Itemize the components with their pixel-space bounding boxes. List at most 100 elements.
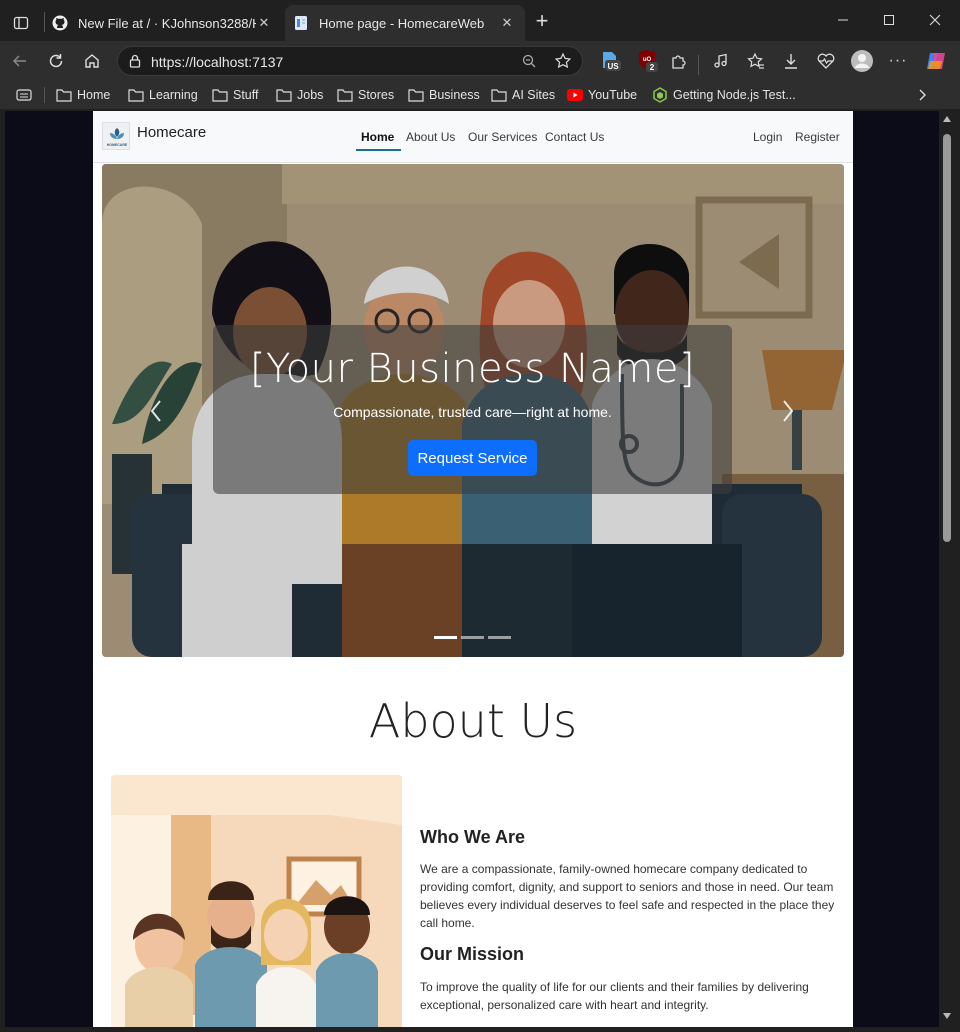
bookmark-label: Stuff [233,88,259,102]
github-icon [52,15,68,31]
nodejs-icon [652,87,668,103]
carousel-indicator-3[interactable] [488,636,511,639]
bookmark-jobs[interactable]: Jobs [276,85,323,105]
login-link[interactable]: Login [753,130,782,144]
svg-text:2: 2 [650,63,655,72]
url-text: https://localhost:7137 [151,54,284,70]
bookmark-business[interactable]: Business [408,85,480,105]
request-service-button[interactable]: Request Service [408,440,537,476]
site-navbar: HOMECARE Homecare Home About Us Our Serv… [93,111,853,163]
bookmark-label: Home [77,88,111,102]
bookmark-label: Getting Node.js Test... [673,88,796,102]
folder-icon [128,88,144,102]
folder-icon [276,88,292,102]
nav-home[interactable]: Home [361,130,394,144]
hero-subtitle: Compassionate, trusted care—right at hom… [333,404,612,420]
carousel-indicator-1[interactable] [434,636,457,639]
carousel-indicator-2[interactable] [461,636,484,639]
page-viewport: HOMECARE Homecare Home About Us Our Serv… [5,111,939,1027]
bookmark-label: YouTube [588,88,638,102]
zoom-icon[interactable] [521,53,537,69]
bookmark-home[interactable]: Home [56,85,110,105]
close-window-icon[interactable] [912,0,958,40]
copilot-icon[interactable] [920,45,952,77]
refresh-icon[interactable] [40,45,72,77]
maximize-icon[interactable] [866,0,912,40]
tab-title: New File at / · KJohnson3288/Hor [78,15,256,31]
toolbar-divider [698,55,699,75]
homecare-logo[interactable]: HOMECARE [102,122,130,150]
folder-icon [408,88,424,102]
scroll-up-icon[interactable] [942,115,952,123]
youtube-icon [567,89,583,101]
nav-contact-us[interactable]: Contact Us [545,130,604,144]
who-we-are-text: We are a compassionate, family-owned hom… [420,862,835,930]
new-tab-icon[interactable]: + [530,10,554,34]
tab-github[interactable]: New File at / · KJohnson3288/Hor ✕ [46,5,282,41]
downloads-icon[interactable] [775,45,807,77]
close-tab-icon[interactable]: ✕ [256,15,272,31]
tab-title: Home page - HomecareWeb [319,15,485,31]
carousel-next-icon[interactable] [778,396,798,426]
ublock-icon[interactable]: uO 2 [631,45,663,77]
site-brand[interactable]: Homecare [137,124,206,141]
homecare-page: HOMECARE Homecare Home About Us Our Serv… [93,111,853,1027]
our-mission-heading: Our Mission [420,944,525,964]
our-mission-text: To improve the quality of life for our c… [420,980,809,1012]
tab-actions-icon[interactable] [8,10,34,36]
bookmarks-bar: Home Learning Stuff Jobs Stores Business… [0,81,960,109]
bookmark-stores[interactable]: Stores [337,85,394,105]
media-icon[interactable] [704,45,736,77]
back-icon[interactable] [4,45,36,77]
who-we-are-heading: Who We Are [420,827,526,847]
browser-toolbar: https://localhost:7137 US uO 2 ··· [0,41,960,81]
tab-homecare[interactable]: Home page - HomecareWeb ✕ [285,5,525,41]
scroll-down-icon[interactable] [942,1012,952,1020]
active-nav-underline [356,149,401,151]
lock-icon[interactable] [127,53,143,69]
bookmark-label: Stores [358,88,395,102]
logo-text: HOMECARE [107,143,128,147]
nav-our-services[interactable]: Our Services [468,130,537,144]
svg-text:US: US [607,62,619,71]
favorites-icon[interactable] [740,45,772,77]
register-link[interactable]: Register [795,130,840,144]
folder-icon [491,88,507,102]
folder-icon [212,88,228,102]
tab-strip: New File at / · KJohnson3288/Hor ✕ Home … [0,0,960,44]
folder-icon [56,88,72,102]
bookmark-nodejs[interactable]: Getting Node.js Test... [652,85,796,105]
scrollbar-thumb[interactable] [943,134,951,542]
extension-us-icon[interactable]: US [594,45,626,77]
health-icon[interactable] [810,45,842,77]
reading-list-icon[interactable] [16,85,32,105]
home-icon[interactable] [76,45,108,77]
hero-carousel[interactable]: [Your Business Name] Compassionate, trus… [102,164,844,657]
document-icon [293,15,309,31]
favorite-star-icon[interactable] [554,52,572,70]
hero-title: [Your Business Name] [249,346,696,392]
bookmark-label: Learning [149,88,198,102]
carousel-caption: [Your Business Name] Compassionate, trus… [213,325,732,494]
address-bar[interactable]: https://localhost:7137 [117,46,583,76]
bookmark-label: AI Sites [512,88,556,102]
bookmark-label: Jobs [297,88,324,102]
more-options-icon[interactable]: ··· [882,45,914,77]
about-us-image [111,775,402,1027]
profile-avatar-icon[interactable] [846,45,878,77]
bookmark-ai-sites[interactable]: AI Sites [491,85,555,105]
tab-divider [44,12,45,32]
about-us-heading: About Us [368,694,578,748]
bookmark-youtube[interactable]: YouTube [567,85,637,105]
close-tab-icon[interactable]: ✕ [499,15,515,31]
nav-about-us[interactable]: About Us [406,130,455,144]
more-bookmarks-icon[interactable] [916,85,928,105]
folder-icon [337,88,353,102]
extensions-puzzle-icon[interactable] [662,45,694,77]
carousel-prev-icon[interactable] [146,396,166,426]
bookmark-learning[interactable]: Learning [128,85,198,105]
bookmark-label: Business [429,88,480,102]
page-scrollbar[interactable] [939,111,955,1027]
minimize-icon[interactable] [820,0,866,40]
bookmark-stuff[interactable]: Stuff [212,85,258,105]
